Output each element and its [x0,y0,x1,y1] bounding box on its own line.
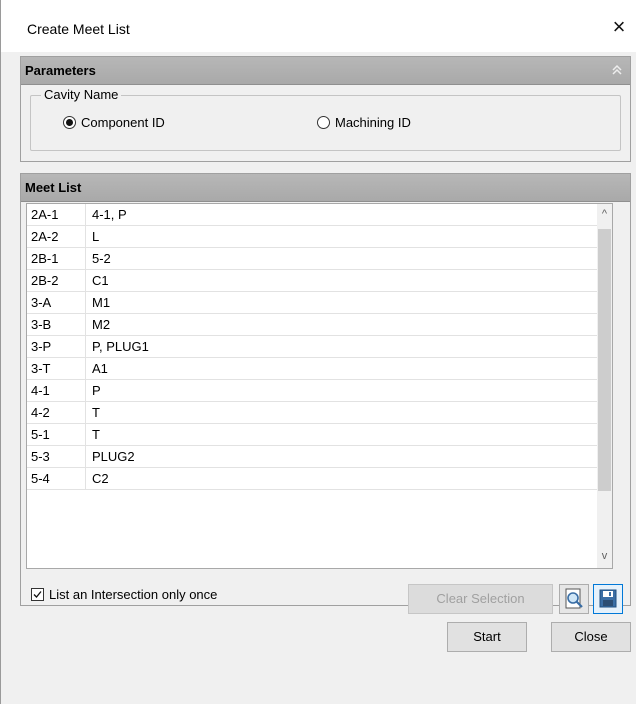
radio-component-id-label: Component ID [81,115,165,130]
meet-list-header-label: Meet List [25,180,82,195]
meets-cell: C2 [92,471,109,486]
cavity-id-cell: 5-1 [27,424,86,445]
cavity-id-cell: 3-A [27,292,86,313]
double-chevron-up-icon[interactable] [610,63,624,77]
start-button[interactable]: Start [447,622,527,652]
cavity-id-cell: 2B-1 [27,248,86,269]
table-row[interactable]: 3-P P, PLUG1 [27,336,597,358]
title-bar: Create Meet List × [1,0,636,52]
preview-button[interactable] [559,584,589,614]
intersection-once-label: List an Intersection only once [49,587,218,602]
dialog-window: Create Meet List × Parameters Cavity Nam… [0,0,636,704]
parameters-panel: Parameters Cavity Name Component ID Mach… [20,56,631,162]
cavity-id-cell: 2A-1 [27,204,86,225]
table-row[interactable]: 2B-1 5-2 [27,248,597,270]
cavity-id-cell: 5-3 [27,446,86,467]
meets-cell: T [92,427,100,442]
meets-cell: 4-1, P [92,207,127,222]
scroll-down-icon[interactable]: v [597,548,612,565]
table-row[interactable]: 2A-1 4-1, P [27,204,597,226]
meets-cell: M2 [92,317,111,332]
cavity-name-label: Cavity Name [41,87,122,102]
table-row[interactable]: 3-B M2 [27,314,597,336]
meets-cell: 5-2 [92,251,111,266]
cavity-id-cell: 4-2 [27,402,86,423]
cavity-id-cell: 4-1 [27,380,86,401]
floppy-save-icon [599,589,617,608]
table-row[interactable]: 4-1 P [27,380,597,402]
cavity-id-cell: 2B-2 [27,270,86,291]
save-button[interactable] [593,584,623,614]
cavity-id-cell: 3-P [27,336,86,357]
table-row[interactable]: 3-T A1 [27,358,597,380]
clear-selection-button[interactable]: Clear Selection [408,584,553,614]
table-row[interactable]: 5-3 PLUG2 [27,446,597,468]
cavity-id-cell: 5-4 [27,468,86,489]
meet-list-header: Meet List [21,174,630,202]
parameters-header[interactable]: Parameters [21,57,630,85]
table-row[interactable]: 5-1 T [27,424,597,446]
radio-unselected-icon[interactable] [317,116,330,129]
close-icon[interactable]: × [607,16,631,40]
meets-cell: A1 [92,361,108,376]
parameters-header-label: Parameters [25,63,96,78]
magnifier-document-icon [565,588,583,609]
scroll-thumb[interactable] [598,229,611,491]
meet-list-panel: Meet List 2A-1 4-1, P 2A-2 L 2B-1 5-2 2B… [20,173,631,614]
window-title: Create Meet List [27,21,130,37]
table-row[interactable]: 5-4 C2 [27,468,597,490]
intersection-once-checkbox[interactable]: List an Intersection only once [31,587,217,602]
table-row[interactable]: 2A-2 L [27,226,597,248]
meets-cell: P [92,383,101,398]
table-row[interactable]: 3-A M1 [27,292,597,314]
close-button[interactable]: Close [551,622,631,652]
cavity-name-group: Cavity Name Component ID Machining ID [30,87,621,151]
table-row[interactable]: 2B-2 C1 [27,270,597,292]
meets-cell: C1 [92,273,109,288]
cavity-id-cell: 2A-2 [27,226,86,247]
meets-cell: T [92,405,100,420]
radio-component-id[interactable]: Component ID [63,115,165,130]
vertical-scrollbar[interactable]: ^ v [597,204,612,568]
checkbox-box[interactable] [31,588,44,601]
meets-cell: P, PLUG1 [92,339,149,354]
radio-machining-id[interactable]: Machining ID [317,115,411,130]
scroll-up-icon[interactable]: ^ [597,206,612,223]
meets-cell: M1 [92,295,111,310]
cavity-id-cell: 3-B [27,314,86,335]
radio-machining-id-label: Machining ID [335,115,411,130]
meets-cell: L [92,229,100,244]
table-row[interactable]: 4-2 T [27,402,597,424]
radio-selected-icon[interactable] [63,116,76,129]
checkmark-icon [33,591,42,598]
meets-cell: PLUG2 [92,449,135,464]
cavity-id-cell: 3-T [27,358,86,379]
meet-list-table[interactable]: 2A-1 4-1, P 2A-2 L 2B-1 5-2 2B-2 C1 3-A … [26,203,613,569]
